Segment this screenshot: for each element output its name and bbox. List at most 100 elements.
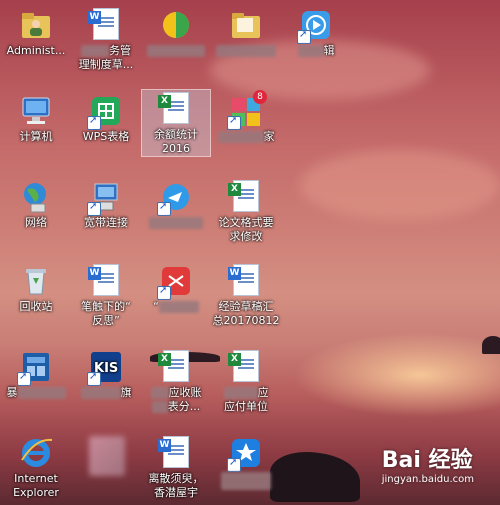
icon-label: 理制度草... [78, 58, 134, 71]
icon-label-row [140, 216, 212, 230]
star-app-shortcut[interactable] [210, 434, 282, 490]
baidu-jingyan-watermark: Bai 经验 jingyan.baidu.com [382, 442, 474, 485]
icon-label-row: 家 [210, 130, 282, 144]
shortcut-arrow-icon [87, 200, 101, 216]
redacted-text [223, 387, 258, 399]
edit-app-shortcut[interactable]: 辑 [280, 6, 352, 58]
red-app-shortcut[interactable]: “ [140, 262, 212, 314]
icon-label: 务管 [109, 44, 131, 57]
broadband-connection-shortcut[interactable]: 宽带连接 [70, 178, 142, 230]
watermark-title: Bai 经验 [381, 448, 473, 473]
word-document-icon: W [228, 264, 263, 298]
icon-label: 辑 [323, 44, 335, 57]
redacted-text [151, 401, 168, 413]
redacted-text [147, 45, 205, 57]
redacted-text [81, 45, 109, 57]
icon-label: Administ... [6, 44, 66, 57]
icon-label: 总20170812 [212, 314, 280, 327]
folder-icon [229, 8, 263, 42]
shortcut-arrow-icon [87, 370, 101, 386]
icon-label-row: 暴 [0, 386, 72, 400]
excel-file-icon: X [158, 350, 193, 384]
icon-label: 旗 [120, 386, 132, 399]
icon-label-row: “ [140, 300, 212, 314]
balance-spreadsheet[interactable]: X 余额统计 2016 [141, 89, 211, 157]
home-app-icon: 8 [227, 90, 267, 130]
shortcut-arrow-icon [87, 114, 101, 130]
administrator-folder[interactable]: Administ... [0, 6, 72, 58]
blurred-app-icon [89, 436, 125, 476]
bird-app-shortcut[interactable] [140, 178, 212, 230]
broadband-icon [87, 180, 123, 216]
redacted-text [80, 387, 121, 399]
redacted-text [17, 387, 66, 399]
icon-label: 2016 [162, 142, 190, 155]
folder-shortcut[interactable] [210, 6, 282, 58]
redacted-text [150, 387, 169, 399]
icon-label-row [210, 472, 282, 490]
video-edit-icon [297, 8, 333, 44]
network-shortcut[interactable]: 网络 [0, 178, 72, 230]
shortcut-arrow-icon [17, 370, 31, 386]
wps-sheet-icon [87, 94, 123, 130]
word-document-icon: W [158, 436, 193, 470]
icon-label: 暴 [6, 386, 18, 399]
work-document[interactable]: W 务管 理制度草... [70, 6, 142, 72]
icon-label: 计算机 [19, 130, 53, 143]
essay-document[interactable]: W 离散须臾， 香潜屋宇 [140, 434, 212, 500]
icon-label: 经验草稿汇 [218, 300, 274, 313]
wps-spreadsheet-shortcut[interactable]: WPS表格 [70, 92, 142, 144]
icon-label: WPS表格 [82, 130, 130, 143]
internet-explorer-shortcut[interactable]: Internet Explorer [0, 434, 72, 500]
icon-label: “ [153, 300, 159, 313]
icon-label: 求修改 [229, 230, 263, 243]
bird-app-icon [157, 180, 193, 216]
shortcut-arrow-icon [157, 200, 171, 216]
icon-label: 论文格式要 [218, 216, 274, 229]
icon-label: Explorer [13, 486, 59, 499]
icon-label: 回收站 [19, 300, 53, 313]
excel-file-icon: X [228, 180, 263, 214]
app-circle-icon [159, 8, 193, 42]
app-shortcut-green[interactable] [140, 6, 212, 58]
icon-label: 反思” [92, 314, 120, 327]
draft-summary-document[interactable]: W 经验草稿汇 总20170812 [210, 262, 282, 328]
icon-label: 宽带连接 [84, 216, 128, 229]
home-app-shortcut[interactable]: 8 家 [210, 90, 282, 144]
reflection-document[interactable]: W 笔触下的“ 反思” [70, 262, 142, 328]
payable-spreadsheet[interactable]: X 应 应付单位 [210, 348, 282, 414]
icon-label: 应 [257, 386, 269, 399]
shortcut-arrow-icon [227, 114, 241, 130]
watermark-url: jingyan.baidu.com [381, 474, 474, 485]
icon-label: 余额统计 [154, 128, 198, 141]
icon-label-row: 旗 [70, 386, 142, 400]
redacted-text [158, 301, 199, 313]
receivable-spreadsheet[interactable]: X 应收账 表分... [140, 348, 212, 414]
kis-app-icon: KIS [87, 350, 123, 386]
blurred-app[interactable] [70, 434, 142, 476]
island [482, 336, 500, 354]
redacted-text [297, 45, 324, 57]
redacted-text [221, 472, 271, 490]
rock-silhouette [270, 452, 360, 502]
network-globe-icon [19, 180, 53, 214]
icon-label-row: 应 [210, 386, 282, 400]
icon-label-row: 应收账 [140, 386, 212, 400]
icon-label-row: 务管 [70, 44, 142, 58]
kis-shortcut[interactable]: KIS 旗 [70, 348, 142, 400]
thesis-spreadsheet[interactable]: X 论文格式要 求修改 [210, 178, 282, 244]
icon-label-row: 表分... [140, 400, 212, 414]
recycle-bin[interactable]: 回收站 [0, 262, 72, 314]
computer-shortcut[interactable]: 计算机 [0, 92, 72, 144]
icon-label: 表分... [167, 400, 201, 413]
redacted-text [217, 131, 264, 143]
icon-label: 应付单位 [224, 400, 268, 413]
icon-label: 笔触下的“ [81, 300, 131, 313]
blue-app-shortcut[interactable]: 暴 [0, 348, 72, 400]
excel-file-icon: X [158, 92, 193, 126]
icon-label: 网络 [25, 216, 47, 229]
notification-badge: 8 [253, 90, 267, 104]
icon-label-row: 辑 [280, 44, 352, 58]
icon-label: 离散须臾， [148, 472, 204, 485]
red-app-icon [157, 264, 193, 300]
